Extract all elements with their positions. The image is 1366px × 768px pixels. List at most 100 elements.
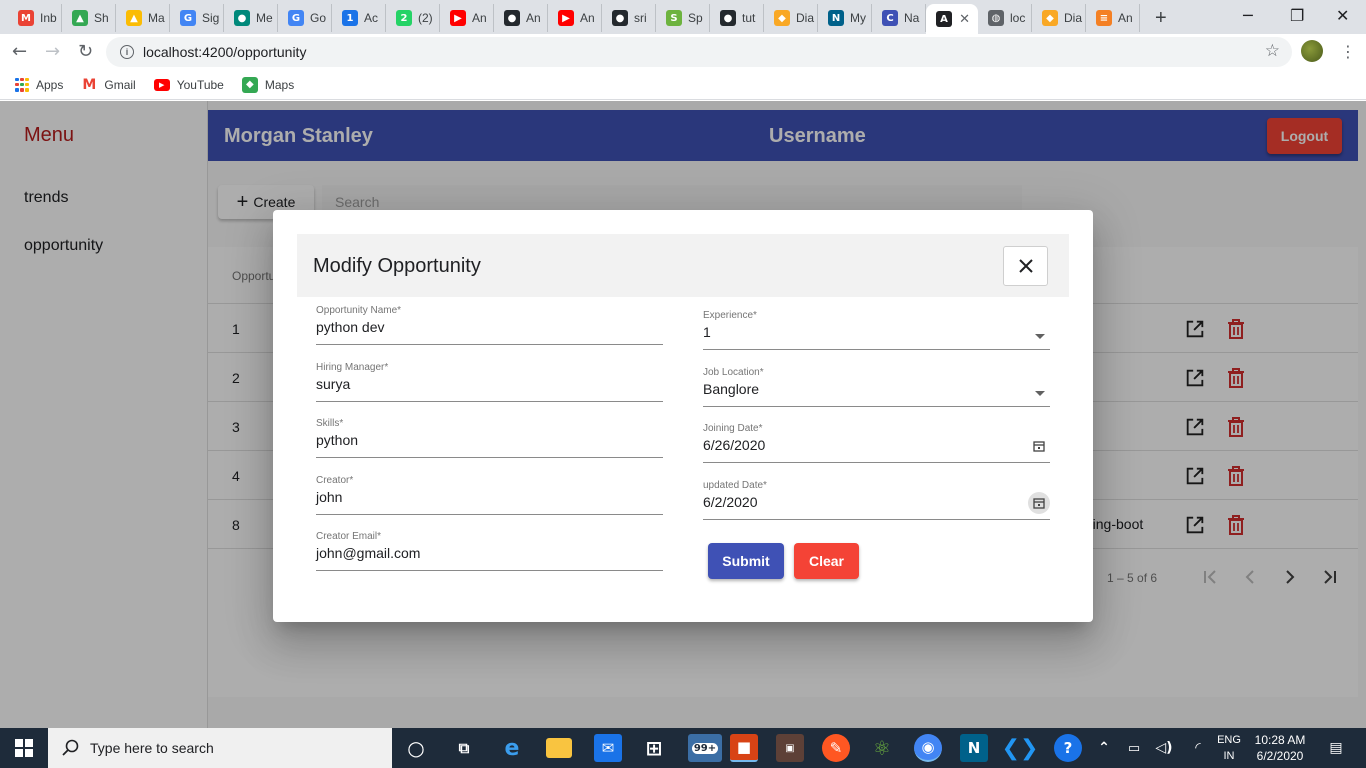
back-button[interactable]: ← — [12, 41, 27, 62]
browser-tab[interactable]: N My — [818, 4, 872, 32]
tab-title: Sig — [202, 11, 220, 25]
field-label: Joining Date* — [703, 423, 763, 434]
bookmark-maps[interactable]: ◆ Maps — [241, 76, 294, 93]
submit-button[interactable]: Submit — [708, 543, 784, 579]
tab-title: tut — [742, 11, 756, 25]
help-icon[interactable]: ? — [1054, 734, 1082, 762]
youtube-icon: ▶ — [558, 10, 574, 26]
browser-tab[interactable]: M Inb — [8, 4, 62, 32]
opportunity-name-field[interactable]: Opportunity Name* python dev — [316, 305, 663, 345]
game-icon[interactable]: ▣ — [776, 734, 804, 762]
bookmark-youtube[interactable]: ▶ YouTube — [153, 78, 224, 92]
shield-icon: ◆ — [774, 10, 790, 26]
browser-tab[interactable]: ▶ An — [548, 4, 602, 32]
browser-tab[interactable]: ◍ loc — [978, 4, 1032, 32]
mail-icon[interactable]: ✉ — [594, 734, 622, 762]
bookmark-star-icon[interactable]: ☆ — [1265, 41, 1280, 61]
globe-icon: ◍ — [988, 10, 1004, 26]
clear-button[interactable]: Clear — [794, 543, 859, 579]
creator-email-field[interactable]: Creator Email* john@gmail.com — [316, 531, 663, 571]
close-tab-icon[interactable]: ✕ — [959, 11, 970, 27]
c-icon: C — [882, 10, 898, 26]
browser-tab[interactable]: ▲ Sh — [62, 4, 116, 32]
youtube-icon: ▶ — [450, 10, 466, 26]
volume-icon[interactable]: ◁) — [1150, 734, 1178, 762]
notification-app-icon[interactable]: 99+ — [688, 734, 722, 762]
browser-tab[interactable]: S Sp — [656, 4, 710, 32]
field-label: Job Location* — [703, 367, 764, 378]
action-center-icon[interactable]: ▤ — [1322, 734, 1350, 762]
browser-tab[interactable]: C Na — [872, 4, 926, 32]
hiring-manager-field[interactable]: Hiring Manager* surya — [316, 362, 663, 402]
browser-tab[interactable]: ● sri — [602, 4, 656, 32]
tab-title: Ac — [364, 11, 379, 25]
browser-tab[interactable]: ● Me — [224, 4, 278, 32]
creator-field[interactable]: Creator* john — [316, 475, 663, 515]
browser-tab[interactable]: G Sig — [170, 4, 224, 32]
tab-title: An — [526, 11, 541, 25]
field-label: updated Date* — [703, 480, 767, 491]
address-bar[interactable]: i localhost:4200/opportunity ☆ — [106, 37, 1292, 67]
github-icon: ● — [504, 10, 520, 26]
calendar-icon[interactable] — [1031, 438, 1047, 454]
file-explorer-icon[interactable] — [546, 738, 572, 758]
restore-button[interactable]: ❐ — [1290, 6, 1304, 25]
close-icon — [1018, 259, 1033, 273]
bookmark-apps[interactable]: Apps — [15, 77, 63, 92]
taskbar-search-box[interactable]: Type here to search — [48, 728, 392, 768]
clock-time: 10:28 AM — [1254, 733, 1306, 747]
browser-tab[interactable]: G Go — [278, 4, 332, 32]
browser-tab[interactable]: 1 Ac — [332, 4, 386, 32]
start-button[interactable] — [0, 728, 48, 768]
bookmark-label: Gmail — [104, 77, 136, 92]
store-icon[interactable]: ⊞ — [640, 734, 668, 762]
chrome-icon[interactable]: ◉ — [914, 734, 942, 762]
forward-button[interactable]: → — [45, 41, 60, 62]
skills-field[interactable]: Skills* python — [316, 418, 663, 458]
tab-title: An — [580, 11, 595, 25]
new-tab-button[interactable]: + — [1155, 7, 1167, 30]
mysql-workbench-icon[interactable]: N — [960, 734, 988, 762]
cortana-icon[interactable]: ○ — [402, 734, 430, 762]
browser-tab[interactable]: ◆ Dia — [764, 4, 818, 32]
atom-icon[interactable]: ⚛ — [868, 734, 896, 762]
calendar-icon[interactable] — [1028, 492, 1050, 514]
tab-title: An — [472, 11, 487, 25]
browser-tab[interactable]: ≡ An — [1086, 4, 1140, 32]
browser-menu-icon[interactable]: ⋮ — [1340, 42, 1356, 62]
field-value: python — [316, 432, 359, 448]
vscode-icon[interactable]: ❮❯ — [1002, 734, 1039, 762]
browser-tab[interactable]: ▲ Ma — [116, 4, 170, 32]
minimize-button[interactable]: ─ — [1243, 6, 1253, 25]
field-label: Opportunity Name* — [316, 305, 402, 316]
tab-title: Inb — [40, 11, 57, 25]
taskbar-clock[interactable]: 10:28 AM 6/2/2020 — [1250, 732, 1310, 764]
postman-icon[interactable]: ✎ — [822, 734, 850, 762]
updated-date-field[interactable]: updated Date* 6/2/2020 — [703, 480, 1050, 520]
browser-tab[interactable]: ● tut — [710, 4, 764, 32]
close-dialog-button[interactable] — [1003, 246, 1048, 286]
stack-icon: ≡ — [1096, 10, 1112, 26]
battery-icon[interactable]: ▭ — [1120, 734, 1148, 762]
office-icon[interactable]: ■ — [730, 734, 758, 762]
joining-date-field[interactable]: Joining Date* 6/26/2020 — [703, 423, 1050, 463]
tray-chevron-icon[interactable]: ⌃ — [1090, 734, 1118, 762]
experience-select[interactable]: Experience* 1 — [703, 310, 1050, 350]
wifi-icon[interactable]: ◜ — [1184, 734, 1212, 762]
reload-button[interactable]: ↻ — [78, 41, 93, 62]
profile-avatar[interactable] — [1301, 40, 1323, 62]
task-view-icon[interactable]: ⧉ — [450, 734, 478, 762]
info-icon[interactable]: i — [120, 45, 134, 59]
browser-tab[interactable]: 2 (2) — [386, 4, 440, 32]
close-window-button[interactable]: ✕ — [1336, 6, 1349, 25]
browser-tab[interactable]: ◆ Dia — [1032, 4, 1086, 32]
edge-icon[interactable]: e — [498, 734, 526, 762]
dropdown-arrow-icon — [1035, 391, 1045, 396]
browser-tab[interactable]: ▶ An — [440, 4, 494, 32]
browser-tab[interactable]: ● An — [494, 4, 548, 32]
tab-title: Na — [904, 11, 920, 25]
bookmark-gmail[interactable]: M Gmail — [81, 77, 135, 93]
language-indicator[interactable]: ENG IN — [1214, 732, 1244, 764]
browser-tab[interactable]: A ✕ — [926, 4, 978, 34]
job-location-select[interactable]: Job Location* Banglore — [703, 367, 1050, 407]
